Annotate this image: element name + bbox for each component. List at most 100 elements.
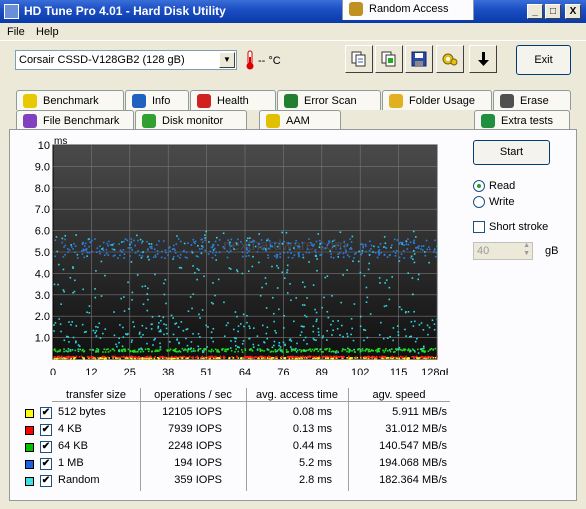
short-stroke-checkbox[interactable] — [473, 221, 485, 233]
data-point — [61, 237, 64, 240]
data-point — [261, 355, 264, 358]
data-point — [158, 330, 161, 333]
data-point — [278, 308, 280, 311]
data-point — [315, 311, 318, 314]
data-point — [199, 317, 201, 319]
series-visible-checkbox[interactable]: ✔ — [40, 407, 52, 419]
y-tick-label: 2.0 — [35, 311, 50, 323]
tab-info[interactable]: Info — [125, 90, 189, 110]
menu-help[interactable]: Help — [36, 26, 59, 38]
settings-button[interactable] — [436, 45, 464, 73]
data-point — [359, 315, 362, 318]
y-tick-label: 4.0 — [35, 268, 50, 280]
tab-aam[interactable]: AAM — [259, 110, 341, 130]
series-visible-checkbox[interactable]: ✔ — [40, 458, 52, 470]
write-radio[interactable] — [473, 196, 485, 208]
data-point — [392, 250, 395, 253]
data-point — [346, 269, 348, 271]
data-point — [377, 246, 380, 249]
health-cross-icon — [197, 94, 211, 108]
data-point — [259, 355, 262, 358]
data-point — [290, 348, 293, 350]
data-point — [261, 324, 264, 327]
maximize-button[interactable]: □ — [545, 4, 561, 19]
tab-disk-monitor[interactable]: Disk monitor — [135, 110, 247, 130]
data-point — [123, 356, 126, 359]
data-point — [265, 282, 268, 285]
data-point — [85, 247, 88, 250]
data-point — [229, 268, 232, 270]
data-point — [263, 350, 265, 352]
data-point — [159, 346, 162, 348]
data-point — [54, 356, 56, 358]
data-point — [133, 239, 135, 242]
tab-health[interactable]: Health — [190, 90, 276, 110]
data-point — [146, 240, 148, 243]
spinner-arrows-icon[interactable]: ▲ ▼ — [523, 242, 530, 258]
title-bar: HD Tune Pro 4.01 - Hard Disk Utility _ □… — [0, 0, 586, 23]
save-button[interactable] — [405, 45, 433, 73]
data-point — [172, 317, 174, 319]
data-point — [154, 273, 156, 276]
data-point — [304, 286, 306, 288]
data-point — [379, 243, 382, 245]
copy-button[interactable] — [345, 45, 373, 73]
read-radio[interactable] — [473, 180, 485, 192]
tab-erase[interactable]: Erase — [493, 90, 571, 110]
short-stroke-spinner[interactable]: 40 ▲ ▼ — [473, 242, 533, 260]
data-point — [236, 356, 238, 359]
data-point — [333, 350, 335, 353]
data-point — [150, 247, 152, 249]
copy-info-button[interactable] — [375, 45, 403, 73]
data-point — [197, 333, 200, 335]
close-button[interactable]: X — [565, 4, 581, 19]
tab-benchmark[interactable]: Benchmark — [16, 90, 124, 110]
data-point — [423, 347, 425, 349]
data-point — [386, 350, 389, 352]
minimize-button[interactable]: _ — [527, 4, 543, 19]
data-point — [256, 251, 259, 253]
tab-error-scan[interactable]: Error Scan — [277, 90, 381, 110]
data-point — [196, 267, 199, 270]
data-point — [71, 321, 73, 323]
data-point — [403, 244, 405, 246]
tab-folder-usage[interactable]: Folder Usage — [382, 90, 492, 110]
data-point — [97, 356, 100, 359]
data-point — [190, 341, 193, 343]
series-visible-checkbox[interactable]: ✔ — [40, 475, 52, 487]
data-point — [102, 351, 104, 353]
data-point — [348, 255, 351, 258]
data-point — [317, 350, 320, 353]
series-visible-checkbox[interactable]: ✔ — [40, 441, 52, 453]
data-point — [95, 349, 97, 352]
menu-file[interactable]: File — [7, 26, 25, 38]
data-point — [359, 325, 362, 328]
tab-extra-tests[interactable]: Extra tests — [474, 110, 570, 130]
data-point — [298, 251, 300, 254]
data-point — [236, 269, 238, 271]
data-point — [270, 350, 273, 353]
data-point — [350, 317, 353, 320]
data-point — [266, 337, 269, 340]
data-point — [369, 356, 372, 359]
data-point — [414, 320, 416, 323]
data-point — [386, 256, 389, 259]
data-point — [142, 303, 145, 306]
chevron-down-icon[interactable]: ▼ — [219, 52, 235, 68]
data-point — [96, 347, 98, 350]
series-visible-checkbox[interactable]: ✔ — [40, 424, 52, 436]
trash-icon — [500, 94, 514, 108]
data-point — [253, 327, 255, 329]
data-point — [254, 245, 257, 248]
data-point — [419, 348, 422, 350]
tab-random-access[interactable]: Random Access — [342, 0, 474, 20]
data-point — [231, 356, 233, 358]
drive-select[interactable]: Corsair CSSD-V128GB2 (128 gB) ▼ — [15, 50, 237, 70]
tab-file-benchmark[interactable]: File Benchmark — [16, 110, 134, 130]
download-button[interactable] — [469, 45, 497, 73]
data-point — [183, 242, 186, 245]
tab-label: File Benchmark — [43, 115, 120, 127]
data-point — [415, 236, 417, 238]
exit-button[interactable]: Exit — [516, 45, 571, 75]
start-button[interactable]: Start — [473, 140, 550, 165]
